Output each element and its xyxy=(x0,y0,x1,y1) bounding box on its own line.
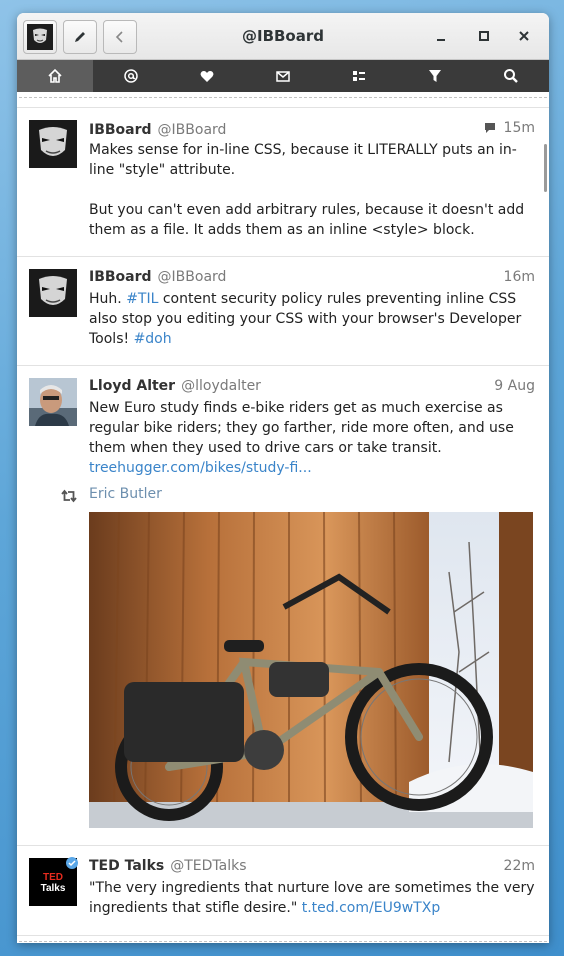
maximize-button[interactable] xyxy=(473,25,495,47)
ted-logo-line: Talks xyxy=(40,883,66,894)
close-button[interactable] xyxy=(513,25,535,47)
title-bar: @IBBoard xyxy=(17,13,549,60)
nav-search[interactable] xyxy=(473,60,549,92)
verified-badge-icon xyxy=(66,857,78,869)
nav-lists[interactable] xyxy=(321,60,397,92)
tweet-media-image[interactable] xyxy=(89,512,533,828)
feed-top-divider xyxy=(17,98,549,108)
tweet-link[interactable]: treehugger.com/bikes/study-fi... xyxy=(89,460,312,476)
tweet-time-label: 15m xyxy=(503,120,535,136)
author-name[interactable]: IBBoard xyxy=(89,122,152,138)
bike-photo xyxy=(89,512,533,828)
filter-icon xyxy=(429,70,441,82)
nav-home[interactable] xyxy=(17,60,93,92)
author-name[interactable]: IBBoard xyxy=(89,269,152,285)
scrollbar[interactable] xyxy=(544,144,547,192)
tweet-text-part: New Euro study finds e-bike riders get a… xyxy=(89,400,514,456)
avatar[interactable]: TED Talks xyxy=(29,857,78,906)
heart-icon xyxy=(200,71,214,82)
maximize-icon xyxy=(479,31,489,41)
nav-mentions[interactable] xyxy=(93,60,169,92)
tweet-text: "The very ingredients that nurture love … xyxy=(89,878,535,918)
list-icon xyxy=(353,71,365,81)
close-icon xyxy=(519,31,529,41)
author-handle[interactable]: @TEDTalks xyxy=(170,858,246,874)
avatar[interactable] xyxy=(29,269,77,317)
tweet[interactable]: IBBoard @IBBoard 15m Makes sense for in-… xyxy=(17,108,549,257)
avatar[interactable] xyxy=(29,120,77,168)
minimize-button[interactable] xyxy=(430,25,452,47)
nav-bar xyxy=(17,60,549,92)
feed-bottom-divider xyxy=(19,936,547,942)
hashtag-link[interactable]: #TIL xyxy=(126,291,158,307)
minimize-icon xyxy=(437,39,445,41)
nav-filters[interactable] xyxy=(397,60,473,92)
mail-icon xyxy=(276,71,290,82)
tweet-time[interactable]: 15m xyxy=(484,120,535,136)
tweet-time[interactable]: 16m xyxy=(504,269,535,285)
tweet-text: New Euro study finds e-bike riders get a… xyxy=(89,398,535,478)
author-name[interactable]: Lloyd Alter xyxy=(89,378,175,394)
reply-conversation-icon xyxy=(484,123,495,133)
author-handle[interactable]: @IBBoard xyxy=(158,122,227,138)
retweet-icon xyxy=(61,489,77,503)
timeline[interactable]: IBBoard @IBBoard 15m Makes sense for in-… xyxy=(17,92,549,943)
nav-messages[interactable] xyxy=(245,60,321,92)
tweet-text: Huh. #TIL content security policy rules … xyxy=(89,289,535,349)
search-icon xyxy=(504,69,518,83)
author-handle[interactable]: @lloydalter xyxy=(181,378,261,394)
tweet[interactable]: TED Talks TED Talks @TEDTalks 22m "The v… xyxy=(17,846,549,936)
retweeter-name[interactable]: Eric Butler xyxy=(89,486,162,502)
home-icon xyxy=(48,68,62,83)
nav-favorites[interactable] xyxy=(169,60,245,92)
tweet-link[interactable]: t.ted.com/EU9wTXp xyxy=(302,900,440,916)
author-name[interactable]: TED Talks xyxy=(89,858,164,874)
tweet-text: Makes sense for in-line CSS, because it … xyxy=(89,142,517,178)
retweeted-by: Eric Butler xyxy=(61,478,535,506)
app-window: @IBBoard IBBoard @IBBoard 15m Makes sens… xyxy=(17,13,549,943)
avatar[interactable] xyxy=(29,378,77,426)
window-title: @IBBoard xyxy=(241,27,324,45)
ted-logo-line: TED xyxy=(43,872,63,883)
hashtag-link[interactable]: #doh xyxy=(134,331,172,347)
tweet[interactable]: IBBoard @IBBoard 16m Huh. #TIL content s… xyxy=(17,257,549,366)
author-handle[interactable]: @IBBoard xyxy=(158,269,227,285)
ted-logo-text: TED Talks xyxy=(29,872,77,894)
tweet-text: But you can't even add arbitrary rules, … xyxy=(89,202,525,238)
at-icon xyxy=(124,69,138,83)
tweet[interactable]: Lloyd Alter @lloydalter 9 Aug New Euro s… xyxy=(17,366,549,846)
tweet-time[interactable]: 9 Aug xyxy=(494,378,535,394)
tweet-text-part: Huh. xyxy=(89,291,127,307)
tweet-time[interactable]: 22m xyxy=(504,858,535,874)
